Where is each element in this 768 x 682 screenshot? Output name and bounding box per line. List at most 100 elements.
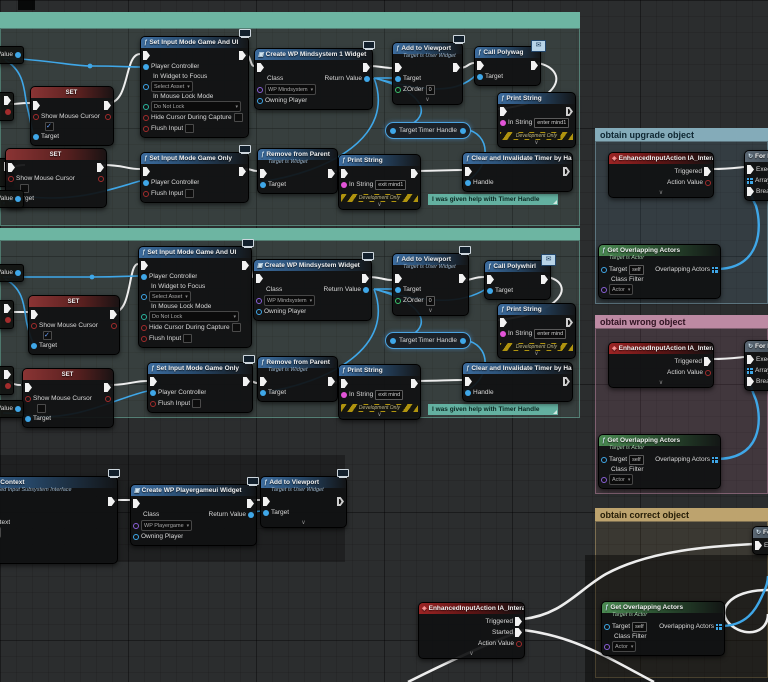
bool-pin[interactable] bbox=[98, 175, 104, 182]
resize-handle-icon[interactable] bbox=[553, 410, 557, 414]
print-string-exit-2[interactable]: ƒ Print String In String exit mind Developme… bbox=[338, 364, 421, 420]
obj-pin[interactable] bbox=[477, 73, 483, 80]
exec-pin[interactable] bbox=[515, 628, 522, 637]
remove-from-parent-2[interactable]: ƒ Remove from Parent Target is Widget Targe… bbox=[257, 356, 338, 402]
text-field[interactable]: enter mind1 bbox=[534, 117, 570, 128]
obj-pin[interactable] bbox=[260, 389, 266, 396]
int-pin[interactable] bbox=[395, 86, 401, 93]
enhanced-input-ia-interact-2[interactable]: ◈ EnhancedInputAction IA_Interact Triggere… bbox=[608, 342, 714, 388]
obj-pin[interactable] bbox=[364, 75, 370, 82]
obj-pin[interactable] bbox=[15, 405, 21, 412]
exec-pin[interactable] bbox=[328, 169, 335, 178]
bool-pin[interactable] bbox=[5, 316, 11, 323]
exec-pin[interactable] bbox=[143, 167, 150, 176]
dropdown[interactable]: Actor bbox=[609, 284, 634, 295]
bool-pin[interactable] bbox=[33, 113, 39, 120]
bool-pin[interactable] bbox=[705, 369, 711, 376]
exec-pin[interactable] bbox=[150, 377, 157, 386]
print-string-enter-1[interactable]: ƒ Print String In String enter mind1 Develop… bbox=[497, 92, 576, 148]
exec-pin[interactable] bbox=[242, 261, 249, 270]
call-polywag[interactable]: ƒ Call Polywag Target bbox=[474, 40, 546, 86]
collapse-chevron-icon[interactable]: ∨ bbox=[498, 140, 575, 147]
frag-exec-1[interactable] bbox=[0, 92, 14, 121]
set-input-mode-game-only-1[interactable]: ƒ Set Input Mode Game Only Player Controll… bbox=[140, 145, 251, 203]
exec-pin[interactable] bbox=[411, 379, 418, 388]
collapse-chevron-icon[interactable]: ∨ bbox=[339, 412, 420, 419]
obj-pin[interactable] bbox=[33, 133, 39, 140]
obj-pin[interactable] bbox=[15, 195, 21, 202]
bool-pin[interactable] bbox=[143, 114, 149, 121]
bool-pin[interactable] bbox=[25, 395, 31, 402]
exec-pin[interactable] bbox=[747, 377, 754, 386]
exec-pin[interactable] bbox=[411, 169, 418, 178]
exec-pin[interactable] bbox=[104, 101, 111, 110]
bool-pin[interactable] bbox=[143, 125, 149, 132]
bool-pin[interactable] bbox=[111, 322, 117, 329]
exec-pin[interactable] bbox=[239, 51, 246, 60]
obj-pin[interactable] bbox=[260, 181, 266, 188]
obj-pin[interactable] bbox=[601, 456, 607, 463]
text-field[interactable]: self bbox=[632, 621, 647, 632]
blueprint-graph-canvas[interactable]: obtain upgrade object obtain wrong objec… bbox=[0, 0, 768, 682]
dropdown[interactable]: WP Playergame bbox=[141, 520, 193, 531]
set-show-mouse-cursor-4[interactable]: SET Show Mouse Cursor Target bbox=[22, 368, 114, 428]
comment-header[interactable]: obtain correct object bbox=[595, 508, 768, 521]
timer-handle-pill-1[interactable]: Target Timer Handle bbox=[385, 122, 471, 139]
class-pin[interactable] bbox=[601, 286, 607, 293]
dropdown[interactable]: WP Mindsystem bbox=[265, 84, 317, 95]
enum-pin[interactable] bbox=[141, 313, 147, 320]
print-string-exit-1[interactable]: ƒ Print String In String exit mind1 Developm… bbox=[338, 154, 421, 210]
str-pin[interactable] bbox=[341, 181, 347, 188]
obj-pin[interactable] bbox=[133, 533, 139, 540]
array-pin[interactable] bbox=[712, 266, 718, 273]
array-pin[interactable] bbox=[747, 177, 753, 184]
exec-pin[interactable] bbox=[487, 275, 494, 284]
collapse-chevron-icon[interactable]: ∨ bbox=[609, 380, 713, 387]
comment-bubble-timer-help-1[interactable]: I was given help with Timer Handle bbox=[428, 194, 558, 205]
exec-pin[interactable] bbox=[104, 383, 111, 392]
exec-pin[interactable] bbox=[395, 274, 402, 283]
exec-pin[interactable] bbox=[515, 617, 522, 626]
collapse-chevron-icon[interactable]: ∨ bbox=[393, 308, 468, 315]
obj-pin[interactable] bbox=[601, 266, 607, 273]
collapse-chevron-icon[interactable]: ∨ bbox=[393, 97, 462, 104]
dropdown[interactable]: Actor bbox=[609, 474, 634, 485]
text-field[interactable]: self bbox=[629, 264, 644, 275]
print-string-enter-2[interactable]: ƒ Print String In String enter mind Developm… bbox=[497, 303, 576, 359]
add-to-viewport-3[interactable]: ƒ Add to Viewport Target is User Widget Tar… bbox=[260, 469, 349, 528]
set-input-mode-game-and-ui-1[interactable]: ƒ Set Input Mode Game And UI Player Contro… bbox=[140, 29, 251, 138]
dropdown[interactable]: IMC_Default bbox=[0, 527, 2, 538]
exec-pin[interactable] bbox=[465, 377, 472, 386]
dropdown[interactable]: Select Asset bbox=[151, 81, 193, 92]
obj-pin[interactable] bbox=[141, 293, 147, 300]
add-to-viewport-1[interactable]: ƒ Add to Viewport Target is User Widget Tar… bbox=[392, 35, 465, 105]
exec-pin[interactable] bbox=[747, 187, 754, 196]
exec-pin[interactable] bbox=[704, 357, 711, 366]
class-pin[interactable] bbox=[133, 522, 139, 529]
exec-pin[interactable] bbox=[263, 497, 270, 506]
bool-pin[interactable] bbox=[5, 108, 11, 115]
bool-pin[interactable] bbox=[141, 324, 147, 331]
bool-pin[interactable] bbox=[8, 175, 14, 182]
exec-pin[interactable] bbox=[260, 169, 267, 178]
checkbox[interactable] bbox=[231, 323, 241, 332]
exec-pin[interactable] bbox=[541, 275, 548, 284]
checkbox[interactable] bbox=[185, 189, 195, 198]
obj-pin[interactable] bbox=[604, 623, 610, 630]
exec-pin[interactable] bbox=[747, 165, 754, 174]
exec-pin[interactable] bbox=[260, 377, 267, 386]
comment-header[interactable]: obtain upgrade object bbox=[595, 128, 768, 141]
exec-pin[interactable] bbox=[4, 96, 11, 105]
exec-pin[interactable] bbox=[362, 274, 369, 283]
dropdown[interactable]: WP Mindsystem bbox=[264, 295, 316, 306]
obj-pin[interactable] bbox=[143, 63, 149, 70]
exec-pin[interactable] bbox=[31, 310, 38, 319]
checkbox[interactable] bbox=[45, 122, 54, 131]
exec-pin[interactable] bbox=[4, 304, 11, 313]
create-wp-mindsystem-widget[interactable]: ▣ Create WP Mindsystem Widget Class Return … bbox=[253, 252, 374, 321]
obj-pin[interactable] bbox=[487, 287, 493, 294]
obj-pin[interactable] bbox=[143, 179, 149, 186]
checkbox[interactable] bbox=[192, 399, 202, 408]
text-field[interactable]: 0 bbox=[425, 295, 435, 306]
get-overlapping-actors-1[interactable]: ƒ Get Overlapping Actors Target is Actor Ta… bbox=[598, 244, 721, 299]
